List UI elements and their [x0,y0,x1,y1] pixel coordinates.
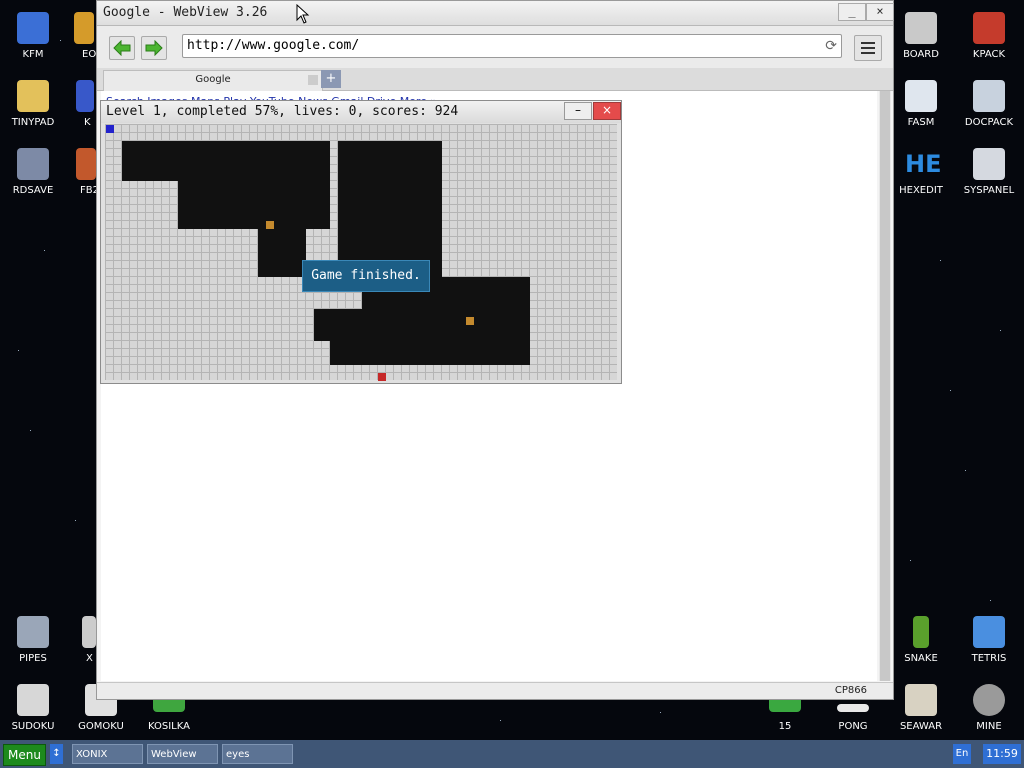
tab-close-icon[interactable] [308,75,318,85]
taskbar: Menu ↕ XONIX WebView eyes En 11:59 [0,740,1024,768]
vertical-scrollbar[interactable] [879,91,891,681]
reload-icon[interactable]: ⟳ [825,38,837,54]
close-button[interactable]: × [866,3,894,21]
hammer-icon [973,12,1005,44]
encoding-label[interactable]: CP866 [835,685,867,696]
snake-icon [913,616,929,648]
tab-label: Google [195,74,231,85]
desktop-icon-syspanel[interactable]: SYSPANEL [957,140,1021,204]
scrollbar-thumb[interactable] [880,91,890,681]
game-minimize-button[interactable]: – [564,102,592,120]
browser-title: Google - WebView 3.26 [103,5,268,20]
filled-area [122,141,330,181]
xonix-titlebar[interactable]: Level 1, completed 57%, lives: 0, scores… [101,101,621,123]
hexedit-icon: HE [905,150,942,178]
language-indicator[interactable]: En [953,744,971,764]
filled-area [338,141,442,277]
eo-app-icon [74,12,94,44]
tab-bar: Google + [97,68,893,91]
cabinet-icon [973,80,1005,112]
x-app-icon [82,616,96,648]
book-icon [76,148,96,180]
new-tab-button[interactable]: + [321,70,341,88]
desktop-icon-sudoku[interactable]: SUDOKU [1,676,65,740]
game-finished-message: Game finished. [302,260,430,292]
floppy-icon [17,12,49,44]
back-button[interactable] [109,36,135,60]
minimize-button[interactable]: _ [838,3,866,21]
border-enemy [378,373,386,381]
pong-icon [837,704,869,712]
ball [466,317,474,325]
fasm-icon [905,80,937,112]
game-status-title: Level 1, completed 57%, lives: 0, scores… [106,104,459,119]
filled-area [330,341,530,365]
desktop-icon-mine[interactable]: MINE [957,676,1021,740]
taskbar-toggle-button[interactable]: ↕ [50,744,63,764]
back-arrow-icon [113,40,131,56]
sudoku-grid-icon [17,684,49,716]
desktop-icon-kpack[interactable]: KPACK [957,4,1021,68]
start-menu-button[interactable]: Menu [3,744,46,766]
game-field[interactable]: Game finished. [105,124,617,381]
browser-titlebar[interactable]: Google - WebView 3.26 _ × [97,1,894,26]
desktop-icon-kfm[interactable]: KFM [1,4,65,68]
desktop-icon-hexedit[interactable]: HE HEXEDIT [889,140,953,204]
notepad-icon [17,80,49,112]
tab-google[interactable]: Google [103,70,323,91]
browser-menu-button[interactable] [854,35,882,61]
pipes-icon [17,616,49,648]
taskbar-item-eyes[interactable]: eyes [222,744,293,764]
mine-icon [973,684,1005,716]
board-icon [905,12,937,44]
address-text: http://www.google.com/ [187,38,360,53]
taskbar-item-xonix[interactable]: XONIX [72,744,143,764]
desktop-icon-rdsave[interactable]: RDSAVE [1,140,65,204]
desktop-icon-docpack[interactable]: DOCPACK [957,72,1021,136]
address-bar[interactable]: http://www.google.com/ ⟳ [182,34,842,58]
desktop-icon-tinypad[interactable]: TINYPAD [1,72,65,136]
rdsave-icon [17,148,49,180]
desktop-icon-tetris[interactable]: TETRIS [957,608,1021,672]
filled-area [178,181,330,229]
taskbar-item-webview[interactable]: WebView [147,744,218,764]
game-close-button[interactable]: × [593,102,621,120]
filled-area [314,309,530,341]
desktop-icon-pipes[interactable]: PIPES [1,608,65,672]
tetris-blocks-icon [973,616,1005,648]
browser-statusbar: CP866 [97,682,893,699]
desktop-icon-snake[interactable]: SNAKE [889,608,953,672]
desktop-icon-board[interactable]: BOARD [889,4,953,68]
player-marker [106,125,114,133]
k-app-icon [76,80,94,112]
desktop-icon-seawar[interactable]: SEAWAR [889,676,953,740]
xonix-window: Level 1, completed 57%, lives: 0, scores… [100,100,622,384]
forward-button[interactable] [141,36,167,60]
desktop-icon-fasm[interactable]: FASM [889,72,953,136]
browser-toolbar: http://www.google.com/ ⟳ [97,26,893,68]
forward-arrow-icon [145,40,163,56]
mouse-cursor-icon [296,4,310,24]
ball [266,221,274,229]
ship-icon [905,684,937,716]
sliders-icon [973,148,1005,180]
clock[interactable]: 11:59 [983,744,1021,764]
filled-area [258,229,306,277]
